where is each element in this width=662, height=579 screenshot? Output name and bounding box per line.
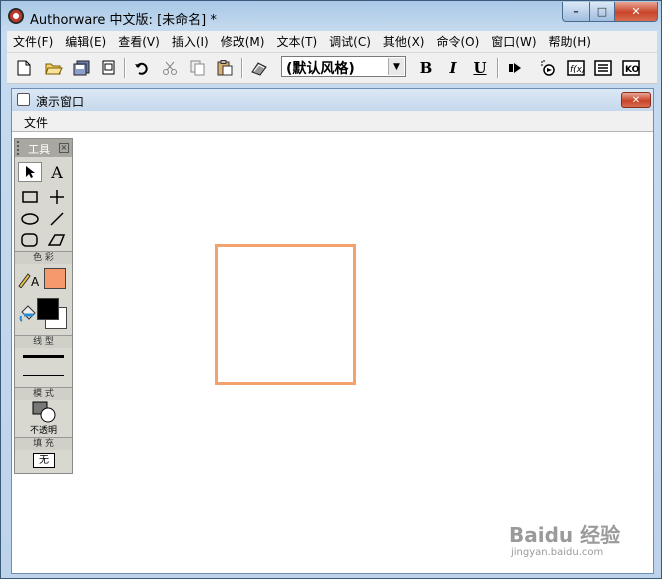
menu-control[interactable]: 调试(C) (323, 33, 377, 50)
thin-line-style[interactable] (23, 375, 64, 376)
pointer-tool-icon[interactable] (18, 162, 42, 182)
polygon-tool-icon[interactable] (45, 230, 69, 250)
chevron-down-icon[interactable]: ▼ (388, 58, 404, 75)
menu-commands[interactable]: 命令(O) (430, 33, 485, 50)
rounded-rectangle-tool-icon[interactable] (18, 230, 42, 250)
authorware-app-icon[interactable] (8, 8, 24, 24)
rectangle-tool-icon[interactable] (18, 187, 42, 207)
svg-text:f(x): f(x) (570, 65, 585, 75)
italic-icon[interactable]: I (442, 57, 464, 79)
menu-help[interactable]: 帮助(H) (543, 33, 597, 50)
toolbar-separator (241, 58, 243, 78)
thick-line-style[interactable] (23, 355, 64, 358)
knowledge-objects-icon[interactable]: KO (620, 57, 642, 79)
line-style-section-label: 线 型 (15, 335, 72, 348)
functions-icon[interactable]: f(x) (565, 57, 587, 79)
authorware-window: Authorware 中文版: [未命名] * – □ ✕ 文件(F) 编辑(E… (0, 0, 662, 579)
undo-icon[interactable] (131, 57, 153, 79)
presentation-title-bar[interactable]: 演示窗口 ✕ (12, 89, 653, 112)
svg-text:A: A (31, 275, 40, 288)
paste-icon[interactable] (214, 57, 236, 79)
presentation-window-title: 演示窗口 (36, 95, 85, 109)
import-icon[interactable] (97, 57, 119, 79)
menu-insert[interactable]: 插入(I) (166, 33, 215, 50)
toolbar: (默认风格) ▼ B I U f(x) KO (7, 53, 657, 84)
drawn-rectangle[interactable] (215, 244, 356, 385)
window-title: Authorware 中文版: [未命名] * (30, 13, 217, 28)
menu-text[interactable]: 文本(T) (270, 33, 323, 50)
text-style-value: (默认风格) (286, 61, 355, 77)
open-icon[interactable] (43, 57, 65, 79)
tool-palette: 工具 × A 色 彩 A 线 型 模 式 不透明 填 充 无 (14, 138, 73, 474)
restart-icon[interactable] (504, 57, 526, 79)
fill-section-label: 填 充 (15, 437, 72, 450)
menu-view[interactable]: 查看(V) (112, 33, 166, 50)
text-color-swatch[interactable] (44, 268, 66, 289)
text-style-select[interactable]: (默认风格) ▼ (281, 56, 406, 77)
foreground-color-swatch[interactable] (37, 298, 59, 320)
underline-icon[interactable]: U (469, 57, 491, 79)
tool-palette-title-bar[interactable]: 工具 × (15, 139, 72, 157)
copy-icon[interactable] (187, 57, 209, 79)
title-bar[interactable]: Authorware 中文版: [未命名] * – □ ✕ (1, 1, 662, 31)
fill-pattern-none[interactable]: 无 (33, 453, 55, 468)
straight-line-tool-icon[interactable] (45, 187, 69, 207)
bold-icon[interactable]: B (415, 57, 437, 79)
toolbar-separator (497, 58, 499, 78)
new-icon[interactable] (13, 57, 35, 79)
line-color-icon[interactable]: A (17, 268, 41, 288)
presentation-window-icon (17, 93, 30, 106)
menu-file[interactable]: 文件(F) (7, 33, 59, 50)
watermark-text: Baidu 经验 (509, 523, 621, 547)
mode-section-label: 模 式 (15, 387, 72, 400)
color-section-label: 色 彩 (15, 251, 72, 264)
maximize-button[interactable]: □ (589, 2, 615, 22)
save-all-icon[interactable] (71, 57, 93, 79)
ellipse-tool-icon[interactable] (18, 209, 42, 229)
diagonal-line-tool-icon[interactable] (45, 209, 69, 229)
find-icon[interactable] (248, 57, 270, 79)
control-panel-icon[interactable] (537, 57, 559, 79)
menu-xtras[interactable]: 其他(X) (377, 33, 431, 50)
menu-edit[interactable]: 编辑(E) (59, 33, 112, 50)
cut-icon[interactable] (159, 57, 181, 79)
minimize-button[interactable]: – (562, 2, 590, 22)
presentation-close-button[interactable]: ✕ (621, 92, 651, 108)
menu-window[interactable]: 窗口(W) (485, 33, 542, 50)
svg-text:KO: KO (625, 65, 640, 75)
toolbar-separator (124, 58, 126, 78)
mode-value: 不透明 (29, 426, 57, 436)
close-button[interactable]: ✕ (614, 2, 658, 22)
tool-palette-close-button[interactable]: × (59, 143, 69, 153)
variables-icon[interactable] (592, 57, 614, 79)
baidu-jingyan-watermark: Baidu 经验 jingyan.baidu.com (509, 519, 639, 565)
presentation-menu-file[interactable]: 文件 (24, 114, 48, 131)
menu-modify[interactable]: 修改(M) (215, 33, 271, 50)
menu-bar: 文件(F) 编辑(E) 查看(V) 插入(I) 修改(M) 文本(T) 调试(C… (7, 31, 657, 53)
watermark-url: jingyan.baidu.com (511, 547, 604, 558)
grip-icon[interactable] (17, 141, 23, 155)
presentation-menu-bar: 文件 (12, 111, 653, 132)
text-tool-icon[interactable]: A (45, 162, 69, 182)
tool-palette-title: 工具 (28, 143, 50, 156)
